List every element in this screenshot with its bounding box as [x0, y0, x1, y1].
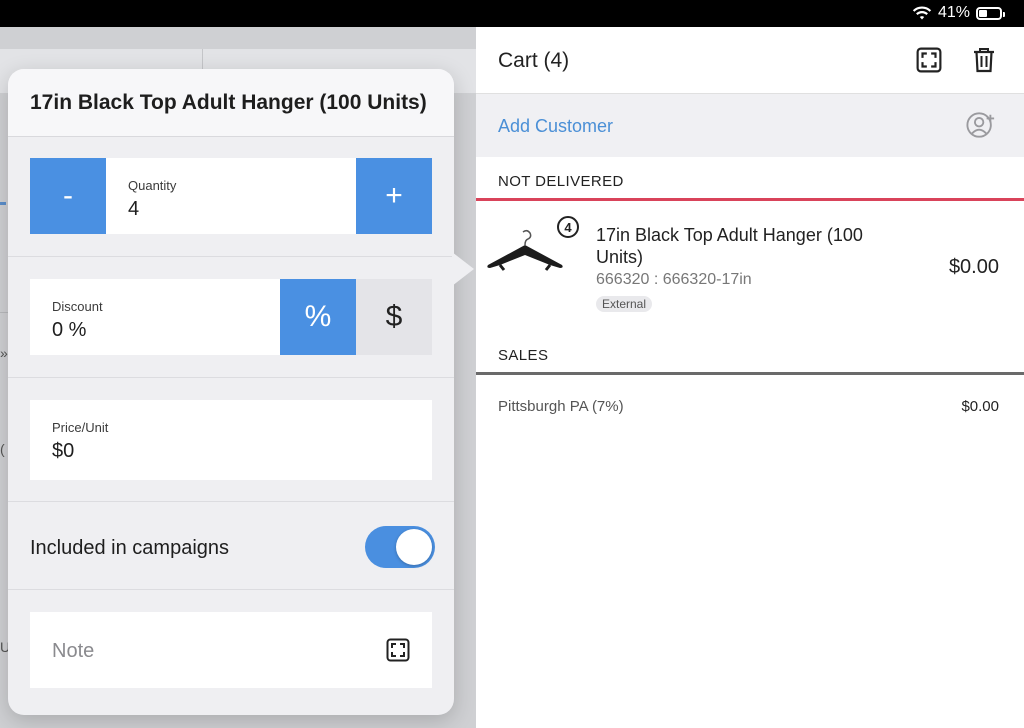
not-delivered-rule — [476, 198, 1024, 201]
status-indicators: 41% — [912, 4, 1005, 22]
quantity-label: Quantity — [128, 178, 177, 193]
background-glyph: ( — [0, 441, 5, 457]
trash-icon[interactable] — [969, 45, 999, 75]
battery-level — [979, 9, 988, 17]
discount-field[interactable]: Discount 0 % — [30, 279, 280, 355]
sales-heading: SALES — [498, 347, 549, 364]
cart-header: Cart (4) — [476, 27, 1024, 94]
percent-label: % — [304, 300, 332, 333]
add-user-icon[interactable] — [966, 110, 996, 140]
battery-percent: 41% — [937, 4, 970, 21]
quantity-field[interactable]: Quantity 4 — [106, 158, 356, 234]
price-unit-label: Price/Unit — [52, 420, 109, 435]
sales-rule — [476, 372, 1024, 375]
tax-amount: $0.00 — [961, 398, 999, 415]
quantity-increase-button[interactable]: + — [356, 158, 432, 234]
item-tag: External — [596, 296, 653, 312]
discount-label: Discount — [52, 299, 103, 314]
background-accent — [0, 202, 6, 205]
quantity-decrease-button[interactable]: - — [30, 158, 106, 234]
discount-percent-button[interactable]: % — [280, 279, 356, 355]
tax-name: Pittsburgh PA (7%) — [498, 398, 624, 415]
separator — [8, 589, 454, 590]
dollar-label: $ — [385, 300, 403, 333]
price-unit-field[interactable]: Price/Unit $0 — [30, 400, 432, 480]
popover-title: 17in Black Top Adult Hanger (100 Units) — [30, 91, 427, 114]
background-glyph: » — [0, 345, 8, 361]
separator — [8, 501, 454, 502]
separator — [8, 377, 454, 378]
discount-value: 0 % — [52, 319, 87, 341]
wifi-icon — [912, 6, 932, 19]
add-customer-link[interactable]: Add Customer — [498, 116, 613, 137]
price-unit-value: $0 — [52, 440, 75, 462]
item-name: 17in Black Top Adult Hanger (100 Units) — [596, 225, 863, 267]
discount-dollar-button[interactable]: $ — [356, 279, 432, 355]
expand-cart-icon[interactable] — [914, 45, 944, 75]
campaigns-label: Included in campaigns — [30, 537, 230, 559]
popover-header: 17in Black Top Adult Hanger (100 Units) — [8, 69, 454, 137]
hanger-thumbnail — [487, 229, 563, 271]
cart-title: Cart (4) — [498, 49, 570, 72]
expand-note-icon[interactable] — [384, 636, 412, 664]
battery-icon — [976, 6, 1005, 20]
status-bar: 41% — [0, 0, 1024, 27]
plus-label: + — [385, 179, 403, 212]
note-placeholder: Note — [52, 640, 95, 662]
item-sku: 666320 : 666320-17in — [596, 271, 752, 288]
minus-label: - — [63, 179, 73, 212]
item-quantity-badge: 4 — [557, 216, 579, 238]
quantity-value: 4 — [128, 198, 140, 220]
campaigns-toggle[interactable] — [365, 526, 435, 568]
note-field[interactable]: Note — [30, 612, 432, 688]
item-price: $0.00 — [948, 256, 999, 278]
not-delivered-heading: NOT DELIVERED — [498, 173, 624, 190]
separator — [8, 256, 454, 257]
toggle-knob — [396, 529, 432, 565]
line-item-popover: 17in Black Top Adult Hanger (100 Units) … — [8, 69, 454, 715]
add-customer-row[interactable]: Add Customer — [476, 94, 1024, 157]
popover-arrow — [452, 252, 474, 286]
